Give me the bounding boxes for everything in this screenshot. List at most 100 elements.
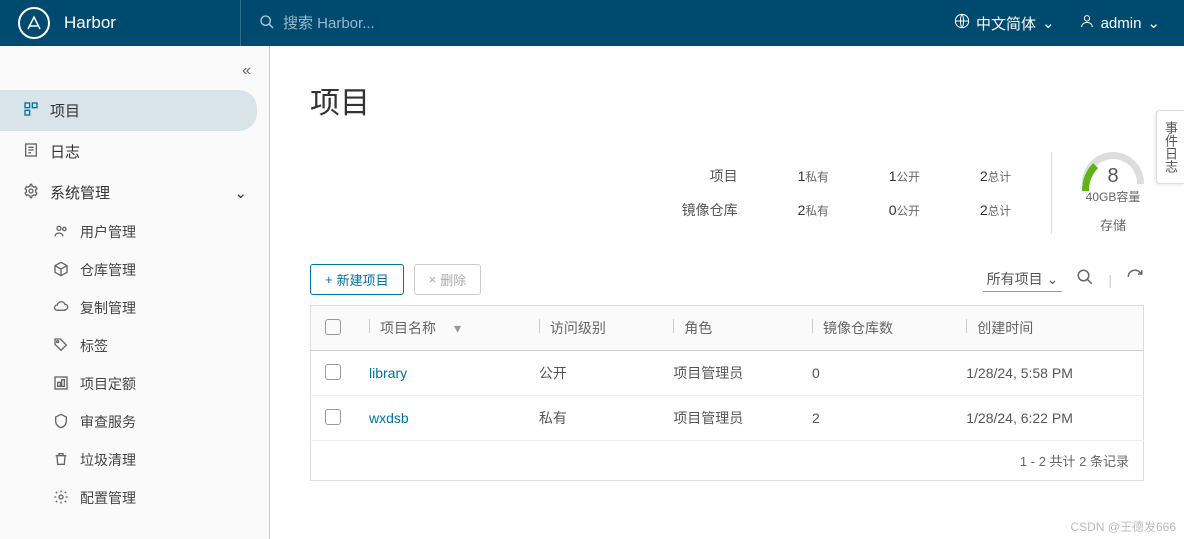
sidebar-item-labels[interactable]: 标签: [30, 327, 269, 365]
stat-value: 2私有: [798, 202, 829, 219]
stat-grid: 项目 1私有 1公开 2总计 镜像仓库 2私有 0公开 2总计: [682, 166, 1011, 220]
search-icon[interactable]: [1076, 268, 1094, 291]
language-label: 中文简体: [976, 13, 1036, 34]
tag-icon: [52, 337, 70, 356]
sidebar-item-replication[interactable]: 复制管理: [30, 289, 269, 327]
col-repos[interactable]: 镜像仓库数: [823, 320, 893, 336]
cell-repos: 0: [798, 351, 952, 396]
stat-value: 2总计: [980, 168, 1011, 185]
user-icon: [1079, 13, 1095, 33]
event-log-tab[interactable]: 事件日志: [1156, 110, 1184, 184]
trash-icon: [52, 451, 70, 470]
sidebar-item-label: 用户管理: [80, 222, 136, 242]
stats-row: 项目 1私有 1公开 2总计 镜像仓库 2私有 0公开 2总计 8 40GB容量…: [310, 152, 1144, 234]
app-header: Harbor 中文简体 ⌄ admin ⌄: [0, 0, 1184, 46]
row-checkbox[interactable]: [325, 364, 341, 380]
sidebar-collapse-button[interactable]: «: [0, 56, 269, 90]
col-access[interactable]: 访问级别: [550, 320, 606, 336]
quota-icon: [52, 375, 70, 394]
select-all-checkbox[interactable]: [325, 319, 341, 335]
stat-row-label: 镜像仓库: [682, 200, 738, 220]
delete-button[interactable]: × 删除: [414, 264, 482, 295]
col-created[interactable]: 创建时间: [977, 320, 1033, 336]
sidebar-item-label: 标签: [80, 336, 108, 356]
filter-icon[interactable]: ▾: [454, 320, 461, 337]
table-row: wxdsb 私有 项目管理员 2 1/28/24, 6:22 PM: [311, 396, 1144, 441]
button-label: 新建项目: [337, 270, 389, 289]
cell-access: 公开: [525, 351, 659, 396]
globe-icon: [954, 13, 970, 33]
sidebar-item-label: 垃圾清理: [80, 450, 136, 470]
logs-icon: [22, 142, 40, 162]
col-name[interactable]: 项目名称: [380, 320, 436, 336]
sidebar-item-users[interactable]: 用户管理: [30, 213, 269, 251]
main-content: 项目 项目 1私有 1公开 2总计 镜像仓库 2私有 0公开 2总计 8 40G…: [270, 46, 1184, 539]
sidebar-item-system-admin[interactable]: 系统管理 ⌄: [0, 172, 269, 213]
table-header-row: 项目名称 ▾ 访问级别 角色 镜像仓库数 创建时间: [311, 306, 1144, 351]
search-input[interactable]: [283, 15, 583, 32]
users-icon: [52, 223, 70, 242]
harbor-logo-icon: [18, 7, 50, 39]
user-menu[interactable]: admin ⌄: [1079, 13, 1160, 33]
project-filter-select[interactable]: 所有项目 ⌄: [983, 267, 1063, 292]
sidebar-item-label: 复制管理: [80, 298, 136, 318]
sidebar-item-quotas[interactable]: 项目定额: [30, 365, 269, 403]
table-footer: 1 - 2 共计 2 条记录: [310, 441, 1144, 481]
project-link[interactable]: library: [369, 365, 407, 381]
filter-label: 所有项目: [987, 269, 1043, 289]
project-link[interactable]: wxdsb: [369, 410, 409, 426]
sidebar-item-label: 项目: [50, 100, 80, 121]
watermark-text: CSDN @王德发666: [1070, 518, 1176, 535]
projects-table: 项目名称 ▾ 访问级别 角色 镜像仓库数 创建时间 library 公开 项目管理…: [310, 305, 1144, 441]
shield-icon: [52, 413, 70, 432]
sidebar-item-label: 仓库管理: [80, 260, 136, 280]
storage-card: 8 40GB容量 存储: [1051, 152, 1144, 234]
cell-access: 私有: [525, 396, 659, 441]
button-label: 删除: [440, 270, 466, 289]
chevron-down-icon: ⌄: [234, 184, 247, 202]
header-right: 中文简体 ⌄ admin ⌄: [930, 13, 1184, 34]
chevron-down-icon: ⌄: [1047, 271, 1059, 288]
sidebar-item-interrogation[interactable]: 审查服务: [30, 403, 269, 441]
sidebar-item-projects[interactable]: 项目: [0, 90, 257, 131]
brand-area: Harbor: [0, 7, 240, 39]
refresh-icon[interactable]: [1126, 268, 1144, 291]
sidebar-subnav: 用户管理 仓库管理 复制管理 标签 项目定额 审查服务: [0, 213, 269, 517]
cell-created: 1/28/24, 5:58 PM: [952, 351, 1143, 396]
table-row: library 公开 项目管理员 0 1/28/24, 5:58 PM: [311, 351, 1144, 396]
storage-value: 8: [1089, 165, 1137, 188]
stat-row-label: 项目: [682, 166, 738, 186]
storage-label: 存储: [1082, 215, 1144, 234]
sidebar-item-label: 项目定额: [80, 374, 136, 394]
storage-gauge-icon: 8: [1082, 152, 1144, 184]
gear-icon: [22, 183, 40, 203]
col-role[interactable]: 角色: [684, 320, 712, 336]
sidebar-item-label: 审查服务: [80, 412, 136, 432]
language-switcher[interactable]: 中文简体 ⌄: [954, 13, 1055, 34]
cell-role: 项目管理员: [659, 396, 798, 441]
toolbar-right: 所有项目 ⌄ |: [983, 267, 1144, 292]
search-icon: [259, 14, 275, 33]
stat-value: 1公开: [889, 168, 920, 185]
chevron-down-icon: ⌄: [1147, 14, 1160, 32]
brand-text: Harbor: [64, 13, 116, 33]
main-container: « 项目 日志 系统管理 ⌄ 用户管理: [0, 46, 1184, 539]
row-checkbox[interactable]: [325, 409, 341, 425]
sidebar-item-config[interactable]: 配置管理: [30, 479, 269, 517]
chevron-down-icon: ⌄: [1042, 14, 1055, 32]
gear-icon: [52, 489, 70, 508]
sidebar-item-logs[interactable]: 日志: [0, 131, 269, 172]
projects-icon: [22, 101, 40, 121]
sidebar: « 项目 日志 系统管理 ⌄ 用户管理: [0, 46, 270, 539]
cube-icon: [52, 261, 70, 280]
sidebar-item-gc[interactable]: 垃圾清理: [30, 441, 269, 479]
stat-value: 2总计: [980, 202, 1011, 219]
plus-icon: +: [325, 272, 333, 287]
new-project-button[interactable]: + 新建项目: [310, 264, 404, 295]
page-title: 项目: [310, 78, 1144, 122]
cell-created: 1/28/24, 6:22 PM: [952, 396, 1143, 441]
sidebar-item-registries[interactable]: 仓库管理: [30, 251, 269, 289]
toolbar: + 新建项目 × 删除 所有项目 ⌄ |: [310, 264, 1144, 295]
cell-role: 项目管理员: [659, 351, 798, 396]
cloud-icon: [52, 299, 70, 318]
